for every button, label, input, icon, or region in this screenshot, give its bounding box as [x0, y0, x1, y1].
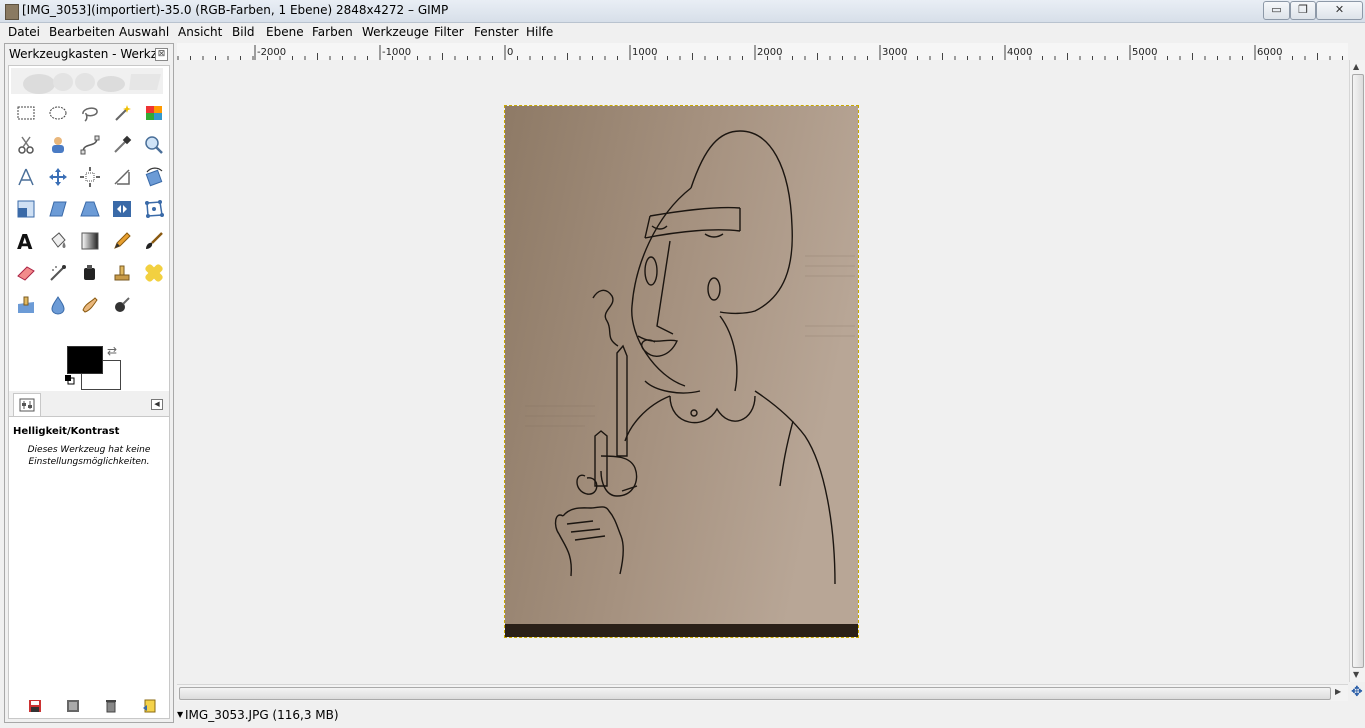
- scroll-right-arrow-icon[interactable]: ▶: [1335, 687, 1341, 696]
- toolbox-title: Werkzeugkasten - Werkz...: [9, 47, 169, 61]
- clone-tool-icon[interactable]: [111, 262, 133, 284]
- ruler-label: -2000: [257, 47, 287, 58]
- cage-transform-icon[interactable]: [143, 198, 165, 220]
- horizontal-scroll-thumb[interactable]: [179, 687, 1331, 700]
- window-title: [IMG_3053](importiert)-35.0 (RGB-Farben,…: [22, 3, 449, 17]
- menu-filter[interactable]: Filter: [434, 25, 464, 39]
- gimp-document-icon: [5, 4, 19, 20]
- status-file-info: IMG_3053.JPG (116,3 MB): [185, 708, 339, 722]
- menu-fenster[interactable]: Fenster: [474, 25, 519, 39]
- default-colors-icon[interactable]: [65, 375, 75, 385]
- select-by-color-icon[interactable]: [143, 102, 165, 124]
- flip-tool-icon[interactable]: [111, 198, 133, 220]
- toolbox-close-button[interactable]: ⊠: [155, 48, 168, 61]
- rotate-tool-icon[interactable]: [143, 166, 165, 188]
- menu-bar: Datei Bearbeiten Auswahl Ansicht Bild Eb…: [0, 23, 1365, 42]
- perspective-clone-icon[interactable]: [15, 294, 37, 316]
- bucket-fill-icon[interactable]: [47, 230, 69, 252]
- vertical-scroll-thumb[interactable]: [1352, 74, 1364, 668]
- ruler-label: 6000: [1257, 47, 1283, 58]
- ruler-label: 0: [507, 47, 514, 58]
- title-bar: [IMG_3053](importiert)-35.0 (RGB-Farben,…: [0, 0, 1365, 23]
- tab-tool-options[interactable]: [13, 393, 41, 416]
- measure-tool-icon[interactable]: [15, 166, 37, 188]
- menu-auswahl[interactable]: Auswahl: [119, 25, 169, 39]
- zoom-toggle-button[interactable]: [1349, 43, 1365, 60]
- heal-tool-icon[interactable]: [143, 262, 165, 284]
- paths-tool-icon[interactable]: [79, 134, 101, 156]
- menu-werkzeuge[interactable]: Werkzeuge: [362, 25, 429, 39]
- menu-ebene[interactable]: Ebene: [266, 25, 304, 39]
- menu-hilfe[interactable]: Hilfe: [526, 25, 553, 39]
- horizontal-scrollbar[interactable]: ▶: [177, 684, 1348, 701]
- wilber-logo: [11, 68, 163, 94]
- tool-options-message: Dieses Werkzeug hat keine Einstellungsmö…: [27, 445, 151, 467]
- ruler-label: 1000: [632, 47, 658, 58]
- dodge-burn-icon[interactable]: [111, 294, 133, 316]
- ruler-label: 4000: [1007, 47, 1033, 58]
- eraser-tool-icon[interactable]: [15, 262, 37, 284]
- maximize-button[interactable]: ❐: [1290, 1, 1316, 20]
- color-picker-icon[interactable]: [111, 134, 133, 156]
- tool-options-icon: [19, 398, 35, 412]
- toolbox-panel: Werkzeugkasten - Werkz... ⊠ A ⇄ ◀ Hellig…: [4, 43, 174, 723]
- swap-colors-icon[interactable]: ⇄: [107, 344, 117, 358]
- svg-text:A: A: [17, 230, 33, 252]
- smudge-tool-icon[interactable]: [79, 294, 101, 316]
- shear-tool-icon[interactable]: [47, 198, 69, 220]
- foreground-select-icon[interactable]: [47, 134, 69, 156]
- active-tool-name: Helligkeit/Kontrast: [13, 426, 120, 437]
- toolbox-content: A ⇄ ◀ Helligkeit/Kontrast Dieses Werkzeu…: [8, 65, 170, 719]
- airbrush-tool-icon[interactable]: [47, 262, 69, 284]
- menu-bearbeiten[interactable]: Bearbeiten: [49, 25, 115, 39]
- toolbox-bottom-buttons: [9, 696, 169, 718]
- crop-tool-icon[interactable]: [111, 166, 133, 188]
- scissors-tool-icon[interactable]: [15, 134, 37, 156]
- ruler-label: -1000: [382, 47, 412, 58]
- blur-sharpen-icon[interactable]: [47, 294, 69, 316]
- ruler-label: 2000: [757, 47, 783, 58]
- menu-farben[interactable]: Farben: [312, 25, 353, 39]
- delete-tool-preset-icon[interactable]: [103, 698, 119, 714]
- text-tool-icon[interactable]: A: [15, 230, 37, 252]
- rect-select-tool-icon[interactable]: [15, 102, 37, 124]
- gradient-tool-icon[interactable]: [79, 230, 101, 252]
- minimize-button[interactable]: ▭: [1263, 1, 1290, 20]
- pencil-tool-icon[interactable]: [111, 230, 133, 252]
- perspective-tool-icon[interactable]: [79, 198, 101, 220]
- scroll-up-arrow-icon[interactable]: ▲: [1353, 62, 1359, 71]
- align-tool-icon[interactable]: [79, 166, 101, 188]
- status-menu-arrow-icon[interactable]: ▼: [177, 707, 183, 723]
- zoom-tool-icon[interactable]: [143, 134, 165, 156]
- close-button[interactable]: ✕: [1316, 1, 1363, 20]
- menu-bild[interactable]: Bild: [232, 25, 255, 39]
- paintbrush-icon[interactable]: [143, 230, 165, 252]
- status-bar: ▼ IMG_3053.JPG (116,3 MB): [177, 703, 1365, 728]
- tool-options-tab-strip: ◀: [9, 391, 169, 417]
- save-tool-preset-icon[interactable]: [27, 698, 43, 714]
- image-layer[interactable]: [504, 105, 859, 638]
- lasso-tool-icon[interactable]: [79, 102, 101, 124]
- vertical-scrollbar[interactable]: ▲ ▼: [1349, 60, 1365, 682]
- navigate-image-icon[interactable]: ✥: [1351, 684, 1363, 700]
- foreground-color-swatch[interactable]: [67, 346, 103, 374]
- menu-datei[interactable]: Datei: [8, 25, 40, 39]
- move-tool-icon[interactable]: [47, 166, 69, 188]
- scroll-down-arrow-icon[interactable]: ▼: [1353, 670, 1359, 679]
- ellipse-select-tool-icon[interactable]: [47, 102, 69, 124]
- magic-wand-icon[interactable]: [111, 102, 133, 124]
- scale-tool-icon[interactable]: [15, 198, 37, 220]
- ruler-label: 5000: [1132, 47, 1158, 58]
- reset-tool-options-icon[interactable]: [141, 698, 157, 714]
- ink-tool-icon[interactable]: [79, 262, 101, 284]
- menu-ansicht[interactable]: Ansicht: [178, 25, 222, 39]
- image-canvas[interactable]: [177, 60, 1348, 683]
- sketch-image: [505, 106, 858, 637]
- horizontal-ruler: -2000 -1000 0 1000 2000 3000 4000 5000 6…: [177, 43, 1348, 61]
- restore-tool-preset-icon[interactable]: [65, 698, 81, 714]
- tab-menu-button[interactable]: ◀: [151, 399, 163, 410]
- ruler-label: 3000: [882, 47, 908, 58]
